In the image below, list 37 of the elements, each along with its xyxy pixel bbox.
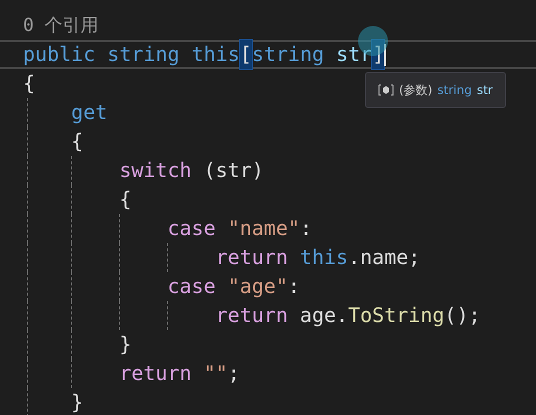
code-text: { (119, 186, 132, 213)
code-text: .name; (348, 244, 420, 271)
keyword: this (300, 244, 348, 271)
code-text: } (119, 331, 132, 358)
reference-count[interactable]: 0 个引用 (23, 11, 536, 40)
code-text: (str) (202, 157, 264, 184)
tooltip-name: str (476, 82, 493, 98)
code-text: (); (444, 302, 481, 329)
keyword: get (71, 99, 108, 126)
keyword: this (192, 41, 240, 68)
tooltip-type: string (437, 82, 472, 98)
text-caret (384, 44, 386, 66)
code-text: { (23, 70, 36, 97)
keyword: case (167, 215, 217, 242)
code-text: } (71, 389, 84, 415)
parameter-name: str (336, 41, 372, 68)
tooltip-label: (参数) (399, 82, 432, 98)
keyword: return (216, 302, 288, 329)
keyword: case (167, 273, 217, 300)
matched-bracket: ] (372, 40, 384, 69)
code-text: { (71, 128, 84, 155)
matched-bracket: [ (240, 40, 252, 69)
keyword: string (107, 41, 181, 68)
code-text: : (300, 215, 312, 242)
code-text: : (288, 273, 300, 300)
keyword: string (252, 41, 326, 68)
keyword: switch (119, 157, 192, 184)
code-text: ; (228, 360, 240, 387)
method-name: ToString (348, 302, 444, 329)
keyword: public (23, 41, 96, 68)
keyword: return (216, 244, 289, 271)
keyword: return (119, 360, 193, 387)
code-text: age. (298, 302, 348, 329)
string-literal: "" (204, 360, 228, 387)
parameter-icon (378, 84, 394, 96)
string-literal: "age" (228, 273, 288, 300)
string-literal: "name" (228, 215, 300, 242)
